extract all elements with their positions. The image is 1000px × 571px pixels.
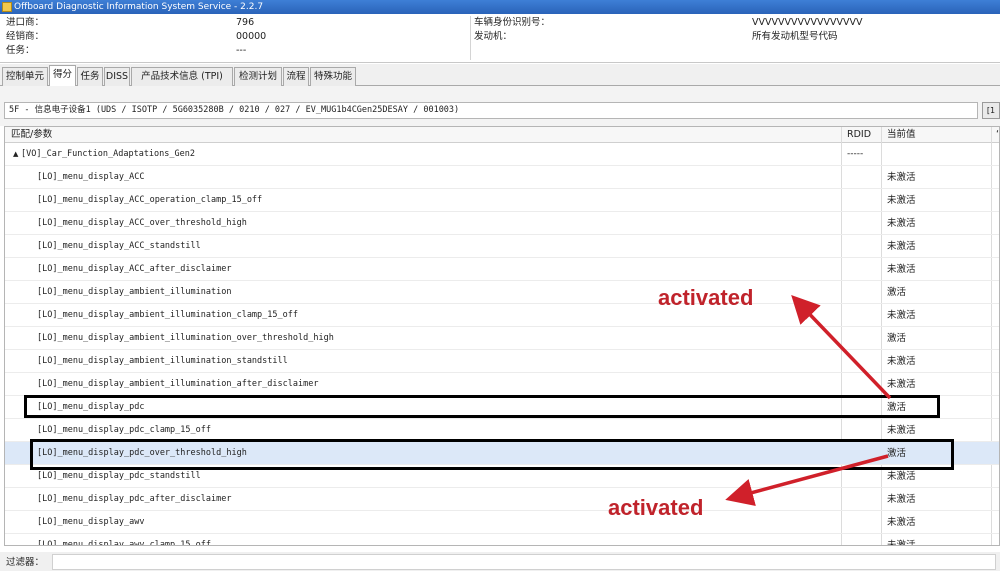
group-rdid: -----	[847, 149, 864, 159]
control-unit-path-field: 5F - 信息电子设备1 (UDS / ISOTP / 5G6035280B /…	[4, 102, 978, 119]
parameter-value: 激活	[887, 333, 907, 344]
parameter-name: [LO]_menu_display_ACC_over_threshold_hig…	[37, 218, 247, 228]
importer-value: 796	[236, 17, 255, 28]
highlight-box-pdc-over-threshold	[30, 439, 954, 470]
control-unit-path-bar: 5F - 信息电子设备1 (UDS / ISOTP / 5G6035280B /…	[0, 86, 1000, 126]
group-label: [VO]_Car_Function_Adaptations_Gen2	[21, 149, 195, 159]
table-row[interactable]: [LO]_menu_display_ambient_illumination_o…	[5, 327, 999, 350]
engine-label: 发动机：	[474, 31, 513, 42]
importer-label: 进口商：	[6, 17, 45, 28]
tab-score[interactable]: 得分	[49, 65, 76, 87]
highlight-box-pdc	[24, 395, 940, 418]
parameter-value: 激活	[887, 287, 907, 298]
parameter-name: [LO]_menu_display_ACC_after_disclaimer	[37, 264, 232, 274]
parameter-name: [LO]_menu_display_pdc_after_disclaimer	[37, 494, 232, 504]
parameter-name: [LO]_menu_display_ACC_operation_clamp_15…	[37, 195, 263, 205]
parameter-value: 未激活	[887, 356, 916, 367]
parameter-value: 未激活	[887, 517, 916, 528]
dealer-label: 经销商：	[6, 31, 45, 42]
table-row[interactable]: [LO]_menu_display_awv_clamp_15_off 未激活	[5, 534, 999, 546]
tab-special-functions[interactable]: 特殊功能	[310, 67, 356, 86]
table-row[interactable]: [LO]_menu_display_pdc_after_disclaimer 未激…	[5, 488, 999, 511]
table-row[interactable]: [LO]_menu_display_ambient_illumination_s…	[5, 350, 999, 373]
dealer-value: 00000	[236, 31, 267, 42]
engine-value: 所有发动机型号代码	[752, 31, 838, 42]
parameter-value: 未激活	[887, 218, 916, 229]
table-row[interactable]: [LO]_menu_display_ACC 未激活	[5, 166, 999, 189]
task-label: 任务：	[6, 45, 35, 56]
window-title-bar: Offboard Diagnostic Information System S…	[0, 0, 1000, 14]
parameter-value: 未激活	[887, 172, 916, 183]
parameter-value: 未激活	[887, 264, 916, 275]
table-row[interactable]: [LO]_menu_display_ACC_over_threshold_hig…	[5, 212, 999, 235]
tab-tasks[interactable]: 任务	[77, 67, 103, 86]
parameter-name: [LO]_menu_display_ambient_illumination_c…	[37, 310, 298, 320]
tab-diss[interactable]: DISS	[104, 67, 130, 86]
annotation-activated-upper: activated	[658, 285, 754, 310]
collapse-triangle-icon[interactable]: ▲	[13, 143, 21, 166]
info-divider	[470, 16, 471, 60]
column-header-parameter[interactable]: 匹配/参数	[7, 127, 52, 143]
table-row[interactable]: [LO]_menu_display_ACC_operation_clamp_15…	[5, 189, 999, 212]
tab-tpi[interactable]: 产品技术信息 (TPI)	[131, 67, 233, 86]
table-header: 匹配/参数 RDID 当前值 ‘	[5, 127, 999, 143]
parameter-value: 未激活	[887, 310, 916, 321]
column-header-value[interactable]: 当前值	[883, 127, 916, 143]
task-value: ---	[236, 45, 247, 56]
group-name: ▲ [VO]_Car_Function_Adaptations_Gen2	[13, 143, 195, 166]
table-row[interactable]: [LO]_menu_display_ambient_illumination_c…	[5, 304, 999, 327]
vehicle-info-panel: 进口商： 796 经销商： 00000 任务： --- 车辆身份识别号： VVV…	[0, 14, 1000, 63]
path-action-button[interactable]: [1	[982, 102, 1000, 119]
filter-bar: 过滤器：	[0, 552, 1000, 571]
table-group-row[interactable]: ▲ [VO]_Car_Function_Adaptations_Gen2 ----…	[5, 143, 999, 166]
parameter-value: 未激活	[887, 540, 916, 546]
column-header-extra[interactable]: ‘	[992, 127, 999, 143]
parameter-name: [LO]_menu_display_awv_clamp_15_off	[37, 540, 211, 546]
vin-value: VVVVVVVVVVVVVVVVV	[752, 17, 863, 28]
parameter-name: [LO]_menu_display_ambient_illumination_s…	[37, 356, 288, 366]
table-row[interactable]: [LO]_menu_display_awv 未激活	[5, 511, 999, 534]
adaptation-table: 匹配/参数 RDID 当前值 ‘ ▲ [VO]_Car_Function_Adap…	[4, 126, 1000, 546]
column-header-rdid[interactable]: RDID	[843, 127, 871, 143]
vin-label: 车辆身份识别号：	[474, 17, 551, 28]
tab-control-units[interactable]: 控制单元	[2, 67, 48, 86]
window-title: Offboard Diagnostic Information System S…	[14, 2, 264, 12]
table-row[interactable]: [LO]_menu_display_ACC_after_disclaimer 未激…	[5, 258, 999, 281]
annotation-activated-lower: activated	[608, 495, 704, 520]
parameter-name: [LO]_menu_display_awv	[37, 517, 145, 527]
filter-input[interactable]	[52, 554, 996, 570]
filter-label: 过滤器：	[6, 557, 45, 568]
tab-test-plan[interactable]: 检测计划	[234, 67, 282, 86]
tab-procedure[interactable]: 流程	[283, 67, 309, 86]
parameter-value: 未激活	[887, 241, 916, 252]
parameter-name: [LO]_menu_display_ambient_illumination_o…	[37, 333, 334, 343]
table-row[interactable]: [LO]_menu_display_ambient_illumination 激活	[5, 281, 999, 304]
table-row[interactable]: [LO]_menu_display_ACC_standstill 未激活	[5, 235, 999, 258]
parameter-value: 未激活	[887, 195, 916, 206]
parameter-name: [LO]_menu_display_ACC	[37, 172, 145, 182]
parameter-name: [LO]_menu_display_ambient_illumination	[37, 287, 232, 297]
parameter-name: [LO]_menu_display_ambient_illumination_a…	[37, 379, 319, 389]
parameter-value: 未激活	[887, 494, 916, 505]
app-icon	[2, 2, 12, 12]
main-tab-bar: 控制单元 得分 任务 DISS 产品技术信息 (TPI) 检测计划 流程 特殊功…	[0, 64, 1000, 87]
parameter-name: [LO]_menu_display_ACC_standstill	[37, 241, 201, 251]
parameter-value: 未激活	[887, 379, 916, 390]
table-row[interactable]: [LO]_menu_display_ambient_illumination_a…	[5, 373, 999, 396]
